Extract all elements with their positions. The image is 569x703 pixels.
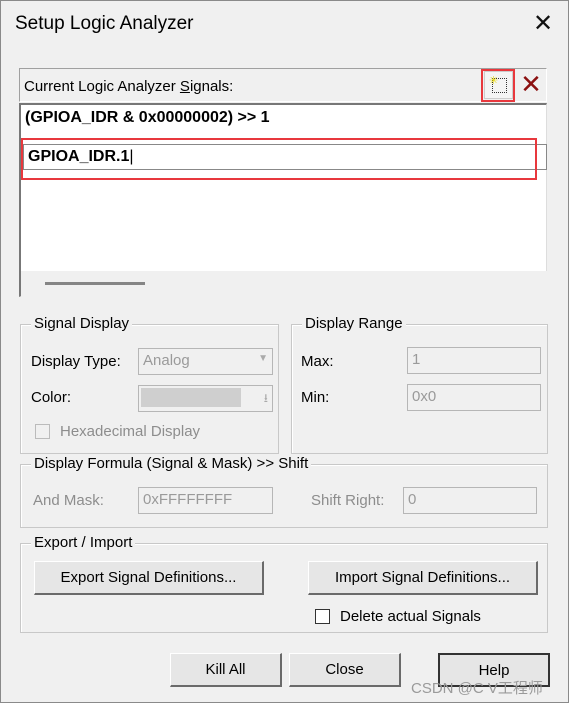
shift-right-label: Shift Right: <box>311 492 385 509</box>
and-mask-input[interactable]: 0xFFFFFFFF <box>138 487 273 514</box>
close-window-icon[interactable]: ✕ <box>533 9 553 38</box>
max-label: Max: <box>301 353 334 370</box>
signal-display-title: Signal Display <box>31 315 133 332</box>
signals-label: Current Logic Analyzer Signals: <box>24 78 234 95</box>
display-range-title: Display Range <box>302 315 406 332</box>
window-title: Setup Logic Analyzer <box>15 13 194 34</box>
delete-signals-label: Delete actual Signals <box>340 608 481 625</box>
edit-highlight <box>21 138 537 180</box>
delete-signal-button[interactable]: ✕ <box>516 69 546 99</box>
watermark: CSDN @C V工程师 <box>411 680 543 697</box>
export-import-title: Export / Import <box>31 534 136 551</box>
and-mask-label: And Mask: <box>33 492 104 509</box>
hexadecimal-checkbox[interactable] <box>35 424 50 439</box>
color-select[interactable]: ⭳ <box>138 385 273 412</box>
export-signal-definitions-button[interactable]: Export Signal Definitions... <box>34 561 264 595</box>
signals-list[interactable]: (GPIOA_IDR & 0x00000002) >> 1 GPIOA_IDR.… <box>19 103 547 297</box>
export-import-group: Export / Import Export Signal Definition… <box>20 534 548 633</box>
display-formula-group: Display Formula (Signal & Mask) >> Shift… <box>20 455 548 528</box>
horizontal-scrollbar[interactable] <box>21 271 547 297</box>
arrow-down-icon: ⭳ <box>263 391 268 405</box>
hexadecimal-label: Hexadecimal Display <box>60 423 201 440</box>
color-label: Color: <box>31 389 72 406</box>
max-input[interactable]: 1 <box>407 347 541 374</box>
scrollbar-thumb[interactable] <box>45 282 145 285</box>
signals-header: Current Logic Analyzer Signals: ✳ ✕ <box>19 68 547 102</box>
signal-item[interactable]: (GPIOA_IDR & 0x00000002) >> 1 <box>25 109 270 127</box>
setup-logic-analyzer-dialog: Setup Logic Analyzer ✕ Current Logic Ana… <box>0 0 569 703</box>
display-range-group: Display Range Max: 1 Min: 0x0 <box>291 315 548 454</box>
display-type-select[interactable]: Analog ▼ <box>138 348 273 375</box>
new-button-highlight <box>481 69 515 102</box>
signal-display-group: Signal Display Display Type: Analog ▼ Col… <box>20 315 279 454</box>
kill-all-button[interactable]: Kill All <box>170 653 282 687</box>
min-label: Min: <box>301 389 330 406</box>
color-swatch <box>141 388 241 407</box>
chevron-down-icon: ▼ <box>258 353 268 364</box>
shift-right-input[interactable]: 0 <box>403 487 537 514</box>
display-type-label: Display Type: <box>31 353 121 370</box>
close-button[interactable]: Close <box>289 653 401 687</box>
import-signal-definitions-button[interactable]: Import Signal Definitions... <box>308 561 538 595</box>
display-formula-title: Display Formula (Signal & Mask) >> Shift <box>31 455 312 472</box>
min-input[interactable]: 0x0 <box>407 384 541 411</box>
delete-signals-checkbox[interactable] <box>315 609 330 624</box>
